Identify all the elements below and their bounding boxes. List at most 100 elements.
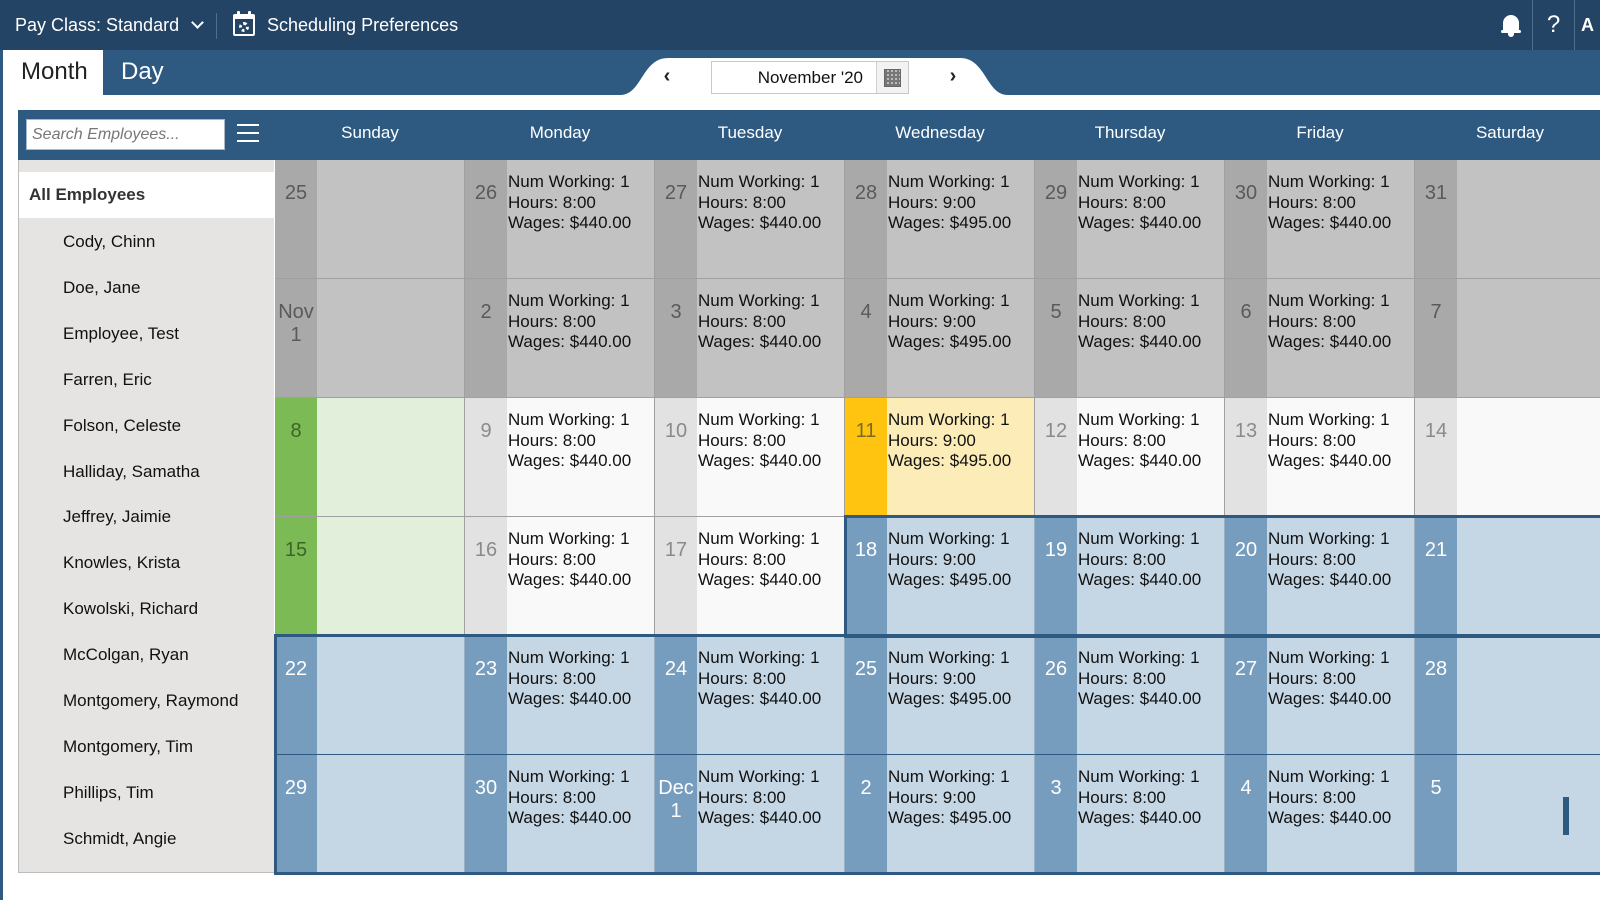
calendar-day-cell[interactable]: 31 xyxy=(1415,160,1600,279)
wages-value: $440.00 xyxy=(1329,689,1392,708)
calendar-day-cell[interactable]: 4 Num Working: 1 Hours: 8:00 Wages: $440.00 xyxy=(1225,755,1415,874)
next-month-button[interactable]: › xyxy=(938,58,968,95)
calendar-day-cell[interactable]: 9 Num Working: 1 Hours: 8:00 Wages: $440.00 xyxy=(465,398,655,517)
calendar-day-cell[interactable]: 22 xyxy=(275,636,465,755)
calendar-day-cell[interactable]: 24 Num Working: 1 Hours: 8:00 Wages: $440.0… xyxy=(655,636,845,755)
num-working-value: 1 xyxy=(810,291,820,310)
calendar-day-cell[interactable]: 3 Num Working: 1 Hours: 8:00 Wages: $440.00 xyxy=(1035,755,1225,874)
calendar-day-cell[interactable]: 30 Num Working: 1 Hours: 8:00 Wages: $440.0… xyxy=(1225,160,1415,279)
date-strip xyxy=(1225,636,1267,754)
employee-sidebar: All Employees Cody, Chinn Doe, Jane Employ… xyxy=(18,160,274,873)
previous-month-button[interactable]: ‹ xyxy=(652,58,682,95)
scheduling-preferences-button[interactable]: Scheduling Preferences xyxy=(233,0,458,50)
calendar-day-cell[interactable]: 4 Num Working: 1 Hours: 9:00 Wages: $495.00 xyxy=(845,279,1035,398)
calendar-day-cell[interactable]: 25 Num Working: 1 Hours: 9:00 Wages: $495.0… xyxy=(845,636,1035,755)
all-employees-item[interactable]: All Employees xyxy=(19,172,274,218)
calendar-day-cell[interactable]: 21 xyxy=(1415,517,1600,636)
hours-line: Hours: 8:00 xyxy=(1078,193,1201,214)
month-picker[interactable]: November '20 xyxy=(711,61,909,94)
tab-month[interactable]: Month xyxy=(3,50,103,95)
hours-value: 8:00 xyxy=(752,787,786,807)
calendar-day-cell[interactable]: 19 Num Working: 1 Hours: 8:00 Wages: $440.0… xyxy=(1035,517,1225,636)
calendar-day-cell[interactable]: Nov 1 xyxy=(275,279,465,398)
calendar-day-cell[interactable]: Dec 1 Num Working: 1 Hours: 8:00 Wages: $44… xyxy=(655,755,845,874)
hours-line: Hours: 8:00 xyxy=(1078,788,1201,809)
tab-day[interactable]: Day xyxy=(103,50,182,95)
calendar-day-cell[interactable]: 8 xyxy=(275,398,465,517)
employee-list-item[interactable]: Farren, Eric xyxy=(63,370,152,390)
calendar-day-cell[interactable]: 27 Num Working: 1 Hours: 8:00 Wages: $440.0… xyxy=(655,160,845,279)
employee-list-item[interactable]: Schmidt, Angie xyxy=(63,829,176,849)
calendar-day-cell[interactable]: 29 xyxy=(275,755,465,874)
open-calendar-button[interactable] xyxy=(876,62,908,93)
calendar-day-cell[interactable]: 30 Num Working: 1 Hours: 8:00 Wages: $440.0… xyxy=(465,755,655,874)
wages-line: Wages: $440.00 xyxy=(1268,689,1391,710)
employee-list-item[interactable]: Doe, Jane xyxy=(63,278,141,298)
calendar-day-cell[interactable]: 20 Num Working: 1 Hours: 8:00 Wages: $440.0… xyxy=(1225,517,1415,636)
hours-line: Hours: 9:00 xyxy=(888,550,1011,571)
pay-class-dropdown[interactable]: Pay Class: Standard xyxy=(15,0,204,50)
employee-list-item[interactable]: Montgomery, Tim xyxy=(63,737,193,757)
calendar-day-cell[interactable]: 16 Num Working: 1 Hours: 8:00 Wages: $440.0… xyxy=(465,517,655,636)
date-strip xyxy=(845,160,887,278)
wages-line: Wages: $440.00 xyxy=(698,689,821,710)
employee-list-item[interactable]: Halliday, Samatha xyxy=(63,462,200,482)
wages-label: Wages: xyxy=(888,570,950,589)
wages-line: Wages: $495.00 xyxy=(888,332,1011,353)
account-label: A xyxy=(1581,14,1594,35)
hours-line: Hours: 9:00 xyxy=(888,669,1011,690)
employee-list-item[interactable]: Knowles, Krista xyxy=(63,553,180,573)
wages-value: $440.00 xyxy=(569,332,632,351)
calendar-day-cell[interactable]: 11 Num Working: 1 Hours: 9:00 Wages: $495.0… xyxy=(845,398,1035,517)
calendar-day-cell[interactable]: 26 Num Working: 1 Hours: 8:00 Wages: $440.0… xyxy=(465,160,655,279)
calendar-day-cell[interactable]: 10 Num Working: 1 Hours: 8:00 Wages: $440.0… xyxy=(655,398,845,517)
calendar-day-cell[interactable]: 2 Num Working: 1 Hours: 9:00 Wages: $495.00 xyxy=(845,755,1035,874)
calendar-day-cell[interactable]: 14 xyxy=(1415,398,1600,517)
employee-list-item[interactable]: Employee, Test xyxy=(63,324,179,344)
day-summary: Num Working: 1 Hours: 9:00 Wages: $495.00 xyxy=(888,648,1011,710)
num-working-value: 1 xyxy=(620,172,630,191)
hours-line: Hours: 8:00 xyxy=(508,669,631,690)
calendar-day-cell[interactable]: 29 Num Working: 1 Hours: 8:00 Wages: $440.0… xyxy=(1035,160,1225,279)
calendar-day-cell[interactable]: 3 Num Working: 1 Hours: 8:00 Wages: $440.00 xyxy=(655,279,845,398)
search-employees-input[interactable] xyxy=(26,119,225,150)
calendar-day-cell[interactable]: 5 xyxy=(1415,755,1600,874)
num-working-value: 1 xyxy=(1380,291,1390,310)
employee-list-item[interactable]: Folson, Celeste xyxy=(63,416,181,436)
calendar-day-cell[interactable]: 23 Num Working: 1 Hours: 8:00 Wages: $440.0… xyxy=(465,636,655,755)
help-button[interactable]: ? xyxy=(1532,0,1574,50)
calendar-day-cell[interactable]: 27 Num Working: 1 Hours: 8:00 Wages: $440.0… xyxy=(1225,636,1415,755)
month-navigator: ‹ November '20 › xyxy=(620,58,1008,95)
day-summary: Num Working: 1 Hours: 8:00 Wages: $440.00 xyxy=(508,291,631,353)
calendar-day-cell[interactable]: 2 Num Working: 1 Hours: 8:00 Wages: $440.00 xyxy=(465,279,655,398)
calendar-day-cell[interactable]: 6 Num Working: 1 Hours: 8:00 Wages: $440.00 xyxy=(1225,279,1415,398)
scrollbar-handle[interactable] xyxy=(1563,797,1569,835)
calendar-day-cell[interactable]: 12 Num Working: 1 Hours: 8:00 Wages: $440.0… xyxy=(1035,398,1225,517)
calendar-day-cell[interactable]: 26 Num Working: 1 Hours: 8:00 Wages: $440.0… xyxy=(1035,636,1225,755)
employee-list-item[interactable]: Phillips, Tim xyxy=(63,783,154,803)
num-working-line: Num Working: 1 xyxy=(698,172,821,193)
date-strip xyxy=(1035,755,1077,873)
calendar-day-cell[interactable]: 7 xyxy=(1415,279,1600,398)
hours-line: Hours: 8:00 xyxy=(1078,669,1201,690)
calendar-day-cell[interactable]: 13 Num Working: 1 Hours: 8:00 Wages: $440.0… xyxy=(1225,398,1415,517)
wages-line: Wages: $440.00 xyxy=(508,808,631,829)
calendar-day-cell[interactable]: 5 Num Working: 1 Hours: 8:00 Wages: $440.00 xyxy=(1035,279,1225,398)
calendar-day-cell[interactable]: 28 Num Working: 1 Hours: 9:00 Wages: $495.0… xyxy=(845,160,1035,279)
employee-list-item[interactable]: Montgomery, Raymond xyxy=(63,691,238,711)
calendar-day-cell[interactable]: 25 xyxy=(275,160,465,279)
calendar-day-cell[interactable]: 28 xyxy=(1415,636,1600,755)
calendar-day-cell[interactable]: 15 xyxy=(275,517,465,636)
num-working-label: Num Working: xyxy=(888,172,1001,191)
employee-list-item[interactable]: Cody, Chinn xyxy=(63,232,155,252)
calendar-day-cell[interactable]: 18 Num Working: 1 Hours: 9:00 Wages: $495.0… xyxy=(845,517,1035,636)
notifications-button[interactable] xyxy=(1490,0,1532,50)
wages-label: Wages: xyxy=(888,332,950,351)
num-working-line: Num Working: 1 xyxy=(1078,291,1201,312)
employee-menu-button[interactable] xyxy=(237,124,259,144)
employee-list-item[interactable]: McColgan, Ryan xyxy=(63,645,189,665)
employee-list-item[interactable]: Jeffrey, Jaimie xyxy=(63,507,171,527)
calendar-day-cell[interactable]: 17 Num Working: 1 Hours: 8:00 Wages: $440.0… xyxy=(655,517,845,636)
employee-list-item[interactable]: Kowolski, Richard xyxy=(63,599,198,619)
account-menu-button[interactable]: A xyxy=(1574,0,1600,50)
